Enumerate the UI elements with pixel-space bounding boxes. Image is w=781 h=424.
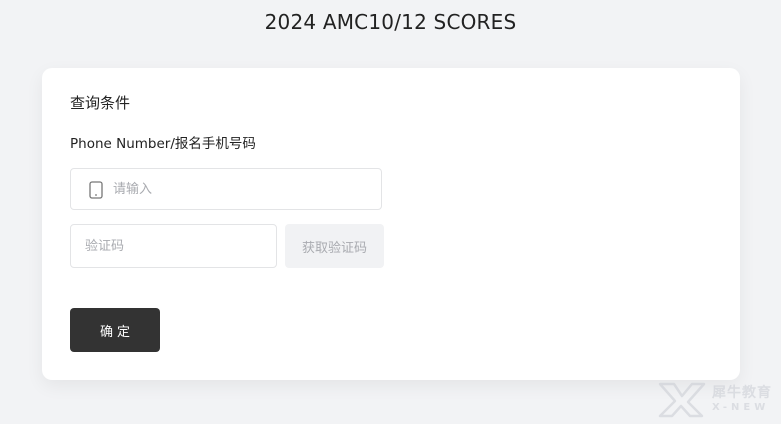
section-title: 查询条件 bbox=[70, 94, 131, 112]
page: 2024 AMC10/12 SCORES 查询条件 Phone Number/报… bbox=[0, 0, 781, 424]
verification-code-input[interactable] bbox=[85, 225, 265, 267]
page-title: 2024 AMC10/12 SCORES bbox=[264, 10, 517, 34]
phone-label: Phone Number/报名手机号码 bbox=[70, 136, 256, 152]
mobile-phone-icon bbox=[89, 181, 103, 199]
rhino-logo-icon bbox=[658, 382, 706, 418]
get-code-button[interactable]: 获取验证码 bbox=[285, 224, 384, 268]
watermark-subtext: X-NEW bbox=[712, 402, 770, 413]
watermark-logo: 犀牛教育 X-NEW bbox=[656, 378, 778, 420]
confirm-button[interactable]: 确定 bbox=[70, 308, 160, 352]
query-card: 查询条件 Phone Number/报名手机号码 获取验证码 确定 bbox=[42, 68, 740, 380]
phone-field[interactable] bbox=[70, 168, 382, 210]
watermark-text: 犀牛教育 bbox=[712, 385, 772, 401]
phone-input[interactable] bbox=[113, 169, 373, 209]
verification-code-field[interactable] bbox=[70, 224, 277, 268]
